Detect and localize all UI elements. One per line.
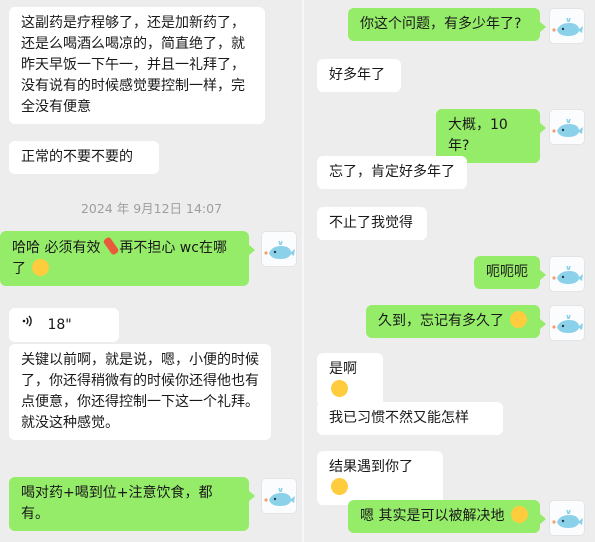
outgoing-message[interactable]: 呃呃呃 <box>474 256 546 289</box>
grin-emoji-icon <box>331 380 348 397</box>
voice-message[interactable]: 18" <box>9 308 119 342</box>
voice-duration: 18" <box>47 316 72 333</box>
message-text: 呃呃呃 <box>486 264 528 280</box>
incoming-message[interactable]: 忘了，肯定好多年了 <box>317 156 467 189</box>
whale-avatar-icon[interactable] <box>549 305 585 341</box>
message-text: 我已习惯不然又能怎样 <box>329 410 469 426</box>
firecracker-emoji-icon <box>102 236 120 256</box>
outgoing-message[interactable]: 你这个问题，有多少年了? <box>348 8 546 41</box>
outgoing-message[interactable]: 喝对药+喝到位+注意饮食，都有。 <box>9 477 255 531</box>
message-text: 这副药是疗程够了，还是加新药了，还是么喝酒么喝凉的，简直绝了，就昨天早饭一下午一… <box>21 15 245 115</box>
message-text: 正常的不要不要的 <box>21 149 133 165</box>
dizzy-emoji-icon <box>32 259 50 276</box>
incoming-message[interactable]: 是啊 <box>317 353 383 407</box>
whale-avatar-icon[interactable] <box>549 109 585 145</box>
message-text: 关键以前啊，就是说，嗯，小便的时候了，你还得稍微有的时候你还得他也有点便意，你还… <box>21 352 259 431</box>
grin-emoji-icon <box>331 478 348 495</box>
whale-avatar-icon[interactable] <box>549 256 585 292</box>
incoming-message[interactable]: 关键以前啊，就是说，嗯，小便的时候了，你还得稍微有的时候你还得他也有点便意，你还… <box>9 344 271 440</box>
incoming-message[interactable]: 结果遇到你了 <box>317 451 443 505</box>
message-text: 好多年了 <box>329 67 385 83</box>
right-chat-panel: 你这个问题，有多少年了? 好多年了 大概，10年? 忘了，肯定好多年了 不止了我… <box>304 0 595 542</box>
message-text: 结果遇到你了 <box>329 459 413 475</box>
outgoing-message[interactable]: 哈哈 必须有效 再不担心 wc在哪了 <box>0 231 255 286</box>
outgoing-message[interactable]: 久到，忘记有多久了 <box>366 305 546 338</box>
whale-avatar-icon[interactable] <box>549 8 585 44</box>
sweat-emoji-icon <box>510 311 528 328</box>
whale-avatar-icon[interactable] <box>261 478 297 514</box>
incoming-message[interactable]: 我已习惯不然又能怎样 <box>317 402 503 435</box>
incoming-message[interactable]: 这副药是疗程够了，还是加新药了，还是么喝酒么喝凉的，简直绝了，就昨天早饭一下午一… <box>9 7 265 124</box>
message-text: 是啊 <box>329 361 357 377</box>
outgoing-message[interactable]: 嗯 其实是可以被解决地 <box>348 500 546 533</box>
message-text: 久到，忘记有多久了 <box>378 313 504 329</box>
message-text: 大概，10年? <box>448 117 508 154</box>
chat-timestamp: 2024 年 9月12日 14:07 <box>80 201 223 216</box>
message-text: 哈哈 必须有效 <box>12 240 101 256</box>
incoming-message[interactable]: 好多年了 <box>317 59 401 92</box>
message-text: 嗯 其实是可以被解决地 <box>360 508 505 524</box>
message-text: 喝对药+喝到位+注意饮食，都有。 <box>21 485 213 522</box>
whale-avatar-icon[interactable] <box>261 231 297 267</box>
incoming-message[interactable]: 正常的不要不要的 <box>9 141 159 174</box>
outgoing-message[interactable]: 大概，10年? <box>436 109 546 163</box>
left-chat-panel: 这副药是疗程够了，还是加新药了，还是么喝酒么喝凉的，简直绝了，就昨天早饭一下午一… <box>0 0 303 542</box>
money-face-emoji-icon <box>510 506 528 523</box>
message-text: 你这个问题，有多少年了? <box>360 16 522 32</box>
incoming-message[interactable]: 不止了我觉得 <box>317 207 427 240</box>
voice-wave-icon <box>21 314 37 335</box>
whale-avatar-icon[interactable] <box>549 500 585 536</box>
message-text: 忘了，肯定好多年了 <box>329 164 455 180</box>
message-text: 不止了我觉得 <box>329 215 413 231</box>
